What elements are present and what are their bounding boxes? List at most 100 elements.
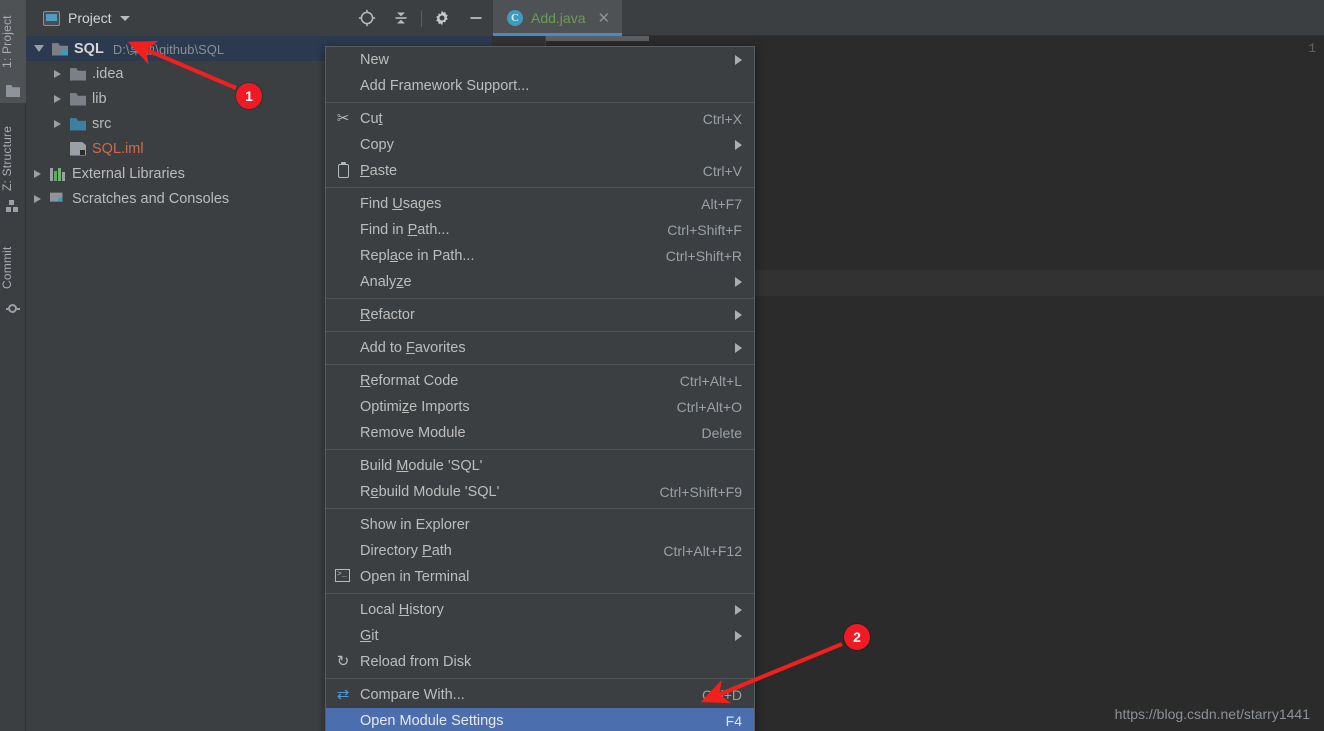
page-title: Project	[68, 10, 112, 26]
chevron-right-icon[interactable]	[54, 94, 61, 103]
sidebar-item-commit[interactable]: Commit	[0, 238, 26, 298]
menu-separator	[326, 593, 754, 594]
structure-icon[interactable]	[6, 200, 20, 212]
menu-item-label: Show in Explorer	[360, 517, 470, 533]
chevron-right-icon	[735, 140, 742, 150]
menu-item-replace-in-path[interactable]: Replace in Path... Ctrl+Shift+R	[326, 243, 754, 269]
menu-item-paste[interactable]: Paste Ctrl+V	[326, 158, 754, 184]
paste-icon	[335, 162, 351, 179]
toolbar-divider	[421, 9, 422, 27]
menu-item-label: Reload from Disk	[360, 654, 472, 670]
sidebar-item-commit-label: Commit	[0, 246, 14, 290]
sidebar-item-structure-label: Z: Structure	[0, 125, 14, 191]
menu-item-open-module-settings[interactable]: Open Module Settings F4	[326, 708, 754, 731]
context-menu[interactable]: New Add Framework Support... ✂ Cut Ctrl+X Cop…	[325, 46, 755, 731]
menu-item-show-in-explorer[interactable]: Show in Explorer	[326, 512, 754, 538]
sidebar-item-project[interactable]: 1: Project	[0, 6, 26, 78]
menu-item-shortcut: Ctrl+D	[701, 687, 742, 703]
chevron-right-icon[interactable]	[34, 194, 41, 203]
menu-item-shortcut: Delete	[701, 425, 742, 441]
menu-item-reload-from-disk[interactable]: ↻ Reload from Disk	[326, 649, 754, 675]
menu-item-shortcut: Ctrl+Alt+L	[679, 373, 742, 389]
menu-item-label: New	[360, 52, 390, 68]
menu-item-shortcut: Ctrl+V	[702, 163, 742, 179]
chevron-right-icon[interactable]	[54, 69, 61, 78]
line-number: 1	[1308, 41, 1316, 56]
menu-item-add-to-favorites[interactable]: Add to Favorites	[326, 335, 754, 361]
menu-item-analyze[interactable]: Analyze	[326, 269, 754, 295]
menu-item-find-usages[interactable]: Find Usages Alt+F7	[326, 191, 754, 217]
menu-item-label: Cut	[360, 111, 383, 127]
libraries-icon	[50, 167, 66, 181]
menu-item-directory-path[interactable]: Directory Path Ctrl+Alt+F12	[326, 538, 754, 564]
project-icon	[43, 10, 60, 26]
tree-item-label: lib	[92, 90, 107, 107]
menu-item-git[interactable]: Git	[326, 623, 754, 649]
minimize-icon[interactable]	[459, 0, 493, 36]
menu-item-open-in-terminal[interactable]: >_ Open in Terminal	[326, 564, 754, 590]
menu-item-optimize-imports[interactable]: Optimize Imports Ctrl+Alt+O	[326, 394, 754, 420]
commit-icon[interactable]	[6, 302, 20, 316]
annotation-badge-1: 1	[236, 83, 262, 109]
menu-item-cut[interactable]: ✂ Cut Ctrl+X	[326, 106, 754, 132]
module-folder-icon	[52, 43, 68, 56]
cut-icon: ✂	[336, 110, 350, 127]
menu-item-rebuild-module-sql[interactable]: Rebuild Module 'SQL' Ctrl+Shift+F9	[326, 479, 754, 505]
menu-item-label: Find Usages	[360, 196, 442, 212]
project-panel-title-group[interactable]: Project	[26, 10, 130, 26]
menu-item-label: Compare With...	[360, 687, 465, 703]
menu-item-label: Analyze	[360, 274, 412, 290]
chevron-right-icon	[735, 605, 742, 615]
chevron-right-icon[interactable]	[34, 169, 41, 178]
folder-icon	[70, 68, 86, 81]
menu-item-reformat-code[interactable]: Reformat Code Ctrl+Alt+L	[326, 368, 754, 394]
menu-separator	[326, 678, 754, 679]
menu-item-label: Directory Path	[360, 543, 452, 559]
close-icon[interactable]: ✕	[597, 11, 610, 26]
gear-icon[interactable]	[425, 0, 459, 36]
menu-item-refactor[interactable]: Refactor	[326, 302, 754, 328]
chevron-down-icon[interactable]	[34, 45, 44, 52]
chevron-down-icon[interactable]	[119, 15, 130, 21]
annotation-badge-2: 2	[844, 624, 870, 650]
menu-item-shortcut: Ctrl+Alt+O	[676, 399, 742, 415]
watermark: https://blog.csdn.net/starry1441	[1114, 706, 1310, 722]
sidebar-item-project-label: 1: Project	[0, 15, 14, 69]
menu-item-label: Build Module 'SQL'	[360, 458, 483, 474]
project-panel-actions	[350, 0, 493, 36]
left-tool-strip: 1: Project Z: Structure Commit	[0, 0, 26, 731]
java-class-icon: C	[507, 10, 523, 26]
sidebar-item-structure[interactable]: Z: Structure	[0, 115, 26, 201]
menu-item-shortcut: Ctrl+X	[702, 111, 742, 127]
menu-item-local-history[interactable]: Local History	[326, 597, 754, 623]
menu-item-label: Optimize Imports	[360, 399, 470, 415]
locate-icon[interactable]	[350, 0, 384, 36]
menu-item-build-module-sql[interactable]: Build Module 'SQL'	[326, 453, 754, 479]
menu-item-compare-with[interactable]: ⇄ Compare With... Ctrl+D	[326, 682, 754, 708]
menu-item-label: Copy	[360, 137, 394, 153]
tab-add-java[interactable]: C Add.java ✕	[493, 0, 623, 36]
tab-label: Add.java	[531, 10, 586, 26]
menu-item-shortcut: Ctrl+Shift+R	[665, 248, 742, 264]
menu-item-copy[interactable]: Copy	[326, 132, 754, 158]
menu-item-add-framework-support[interactable]: Add Framework Support...	[326, 73, 754, 99]
tree-item-label: src	[92, 115, 112, 132]
project-panel-header: Project	[26, 0, 493, 36]
menu-item-shortcut: Ctrl+Shift+F	[667, 222, 742, 238]
iml-file-icon	[70, 141, 86, 156]
menu-item-find-in-path[interactable]: Find in Path... Ctrl+Shift+F	[326, 217, 754, 243]
source-folder-icon	[70, 118, 86, 131]
menu-item-label: Open in Terminal	[360, 569, 470, 585]
tree-item-label: Scratches and Consoles	[72, 190, 230, 207]
menu-item-remove-module[interactable]: Remove Module Delete	[326, 420, 754, 446]
menu-item-shortcut: Alt+F7	[701, 196, 742, 212]
menu-item-new[interactable]: New	[326, 47, 754, 73]
chevron-right-icon[interactable]	[54, 119, 61, 128]
menu-separator	[326, 331, 754, 332]
compare-icon: ⇄	[336, 686, 350, 703]
collapse-all-icon[interactable]	[384, 0, 418, 36]
menu-item-label: Add to Favorites	[360, 340, 466, 356]
menu-item-label: Reformat Code	[360, 373, 459, 389]
menu-item-label: Replace in Path...	[360, 248, 475, 264]
project-path: D:\桌面\github\SQL	[112, 42, 225, 57]
